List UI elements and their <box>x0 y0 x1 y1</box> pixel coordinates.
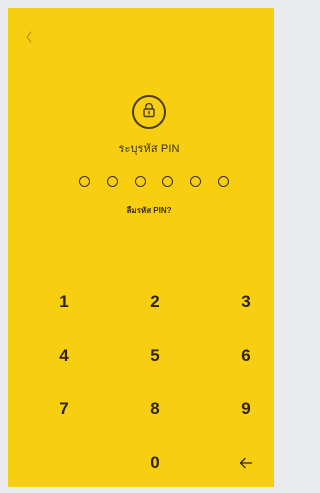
chevron-left-icon <box>24 30 34 48</box>
key-1[interactable]: 1 <box>44 285 84 319</box>
key-7[interactable]: 7 <box>44 392 84 426</box>
key-0[interactable]: 0 <box>135 446 175 480</box>
pin-dot <box>79 176 90 187</box>
lock-badge <box>132 95 166 129</box>
arrow-left-icon <box>239 457 253 469</box>
pin-dot <box>134 176 146 187</box>
app-frame: ระบุรหัส PIN ลืมรหัส PIN? 1 2 3 4 5 6 7 … <box>0 0 282 493</box>
key-5[interactable]: 5 <box>135 339 175 373</box>
pin-dot <box>106 176 118 187</box>
pin-dot <box>190 176 202 187</box>
pin-dot <box>162 176 174 187</box>
key-6[interactable]: 6 <box>226 339 266 373</box>
pin-screen: ระบุรหัส PIN ลืมรหัส PIN? 1 2 3 4 5 6 7 … <box>8 8 274 487</box>
key-4[interactable]: 4 <box>44 339 84 373</box>
key-8[interactable]: 8 <box>135 392 175 426</box>
backspace-button[interactable] <box>226 446 266 480</box>
pin-title: ระบุรหัส PIN <box>118 143 180 155</box>
pin-dots <box>79 176 229 188</box>
back-button[interactable] <box>18 28 40 50</box>
key-2[interactable]: 2 <box>135 285 175 319</box>
forgot-pin-link[interactable]: ลืมรหัส PIN? <box>8 204 274 217</box>
lock-icon <box>141 102 157 123</box>
pin-dot <box>217 176 229 187</box>
key-9[interactable]: 9 <box>226 392 266 426</box>
key-3[interactable]: 3 <box>226 285 266 319</box>
